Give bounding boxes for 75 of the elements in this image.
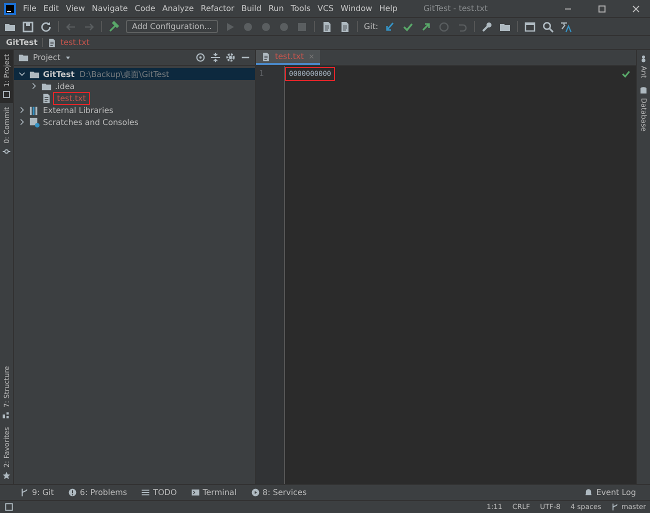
dropdown-caret-icon[interactable] [64,54,72,62]
bell-icon [584,488,594,497]
commit-check-icon[interactable] [402,20,414,32]
run-configuration-dropdown[interactable]: Add Configuration... [126,20,218,33]
tool-window-button[interactable]: 9: Git [20,488,54,497]
gear-icon[interactable] [225,52,236,63]
tree-row[interactable]: External Libraries [14,104,255,116]
check-icon [621,69,631,79]
menu-item[interactable]: Window [340,4,372,13]
window-icon[interactable] [524,20,536,32]
terminal-icon [190,488,200,497]
star-icon [2,471,11,480]
collapse-caret-icon[interactable] [18,118,26,126]
tree-label: Scratches and Consoles [43,118,138,126]
save-icon[interactable] [22,20,34,32]
play-icon [250,488,260,497]
update-arrow-icon[interactable] [384,20,396,32]
collapse-caret-icon[interactable] [30,82,38,90]
breadcrumb-item[interactable]: GitTest [6,38,38,47]
expand-caret-icon[interactable] [18,70,26,78]
menu-item[interactable]: Build [241,4,262,13]
menu-item[interactable]: Refactor [200,4,234,13]
folder-icon [18,52,29,63]
panel-title[interactable]: Project [33,53,60,62]
tool-window-button[interactable]: 6: Problems [68,488,128,497]
collapse-icon[interactable] [210,52,221,63]
window-title: GitTest - test.txt [423,4,488,13]
hammer-icon[interactable] [108,20,120,32]
tool-window-button[interactable]: 8: Services [250,488,307,497]
file-icon [46,38,57,48]
warning-icon [68,488,77,497]
menu-item[interactable]: Edit [43,4,59,13]
collapse-caret-icon[interactable] [18,106,26,114]
push-arrow-icon[interactable] [420,20,432,32]
menu-item[interactable]: VCS [318,4,334,13]
libs-icon [29,104,40,116]
close-icon[interactable] [630,2,642,14]
file-icon [41,92,52,104]
menu-item[interactable]: View [66,4,85,13]
tree-label: External Libraries [43,106,114,114]
scratch-icon [29,116,40,128]
database-icon [639,86,648,95]
commit-icon [2,146,11,156]
translate-icon[interactable] [560,20,572,32]
app-logo-icon [4,2,16,14]
menu-item[interactable]: File [23,4,36,13]
sync-icon[interactable] [40,20,52,32]
tree-row[interactable]: .idea [14,80,255,92]
path-text: D:\Backup\桌面\GitTest [80,68,170,80]
search-icon[interactable] [542,20,554,32]
menu-item[interactable]: Analyze [162,4,194,13]
tree-label: .idea [55,82,75,90]
event-log-button[interactable]: Event Log [584,488,636,497]
list-icon [141,488,150,497]
menu-item[interactable]: Navigate [92,4,128,13]
menu-item[interactable]: Help [379,4,398,13]
tool-window-button[interactable]: TODO [141,488,177,497]
tool-window-button[interactable]: Terminal [190,488,237,497]
branch-icon [611,503,620,511]
tree-label: test.txt [55,94,88,102]
target-icon[interactable] [195,52,206,63]
tree-row[interactable]: GitTest D:\Backup\桌面\GitTest [14,68,255,80]
structure-icon [2,410,11,420]
file-icon [261,52,271,62]
menu-item[interactable]: Code [134,4,156,13]
git-label: Git: [364,22,378,31]
tree-label: GitTest [43,70,75,78]
tree-row[interactable]: Scratches and Consoles [14,116,255,128]
branch-icon [20,488,29,497]
wrench-icon[interactable] [481,20,494,32]
menu-item[interactable]: Tools [290,4,310,13]
file-icon[interactable] [320,20,333,32]
menu-item[interactable]: Run [268,4,284,13]
file-icon[interactable] [338,20,351,32]
maximize-icon[interactable] [596,2,608,14]
